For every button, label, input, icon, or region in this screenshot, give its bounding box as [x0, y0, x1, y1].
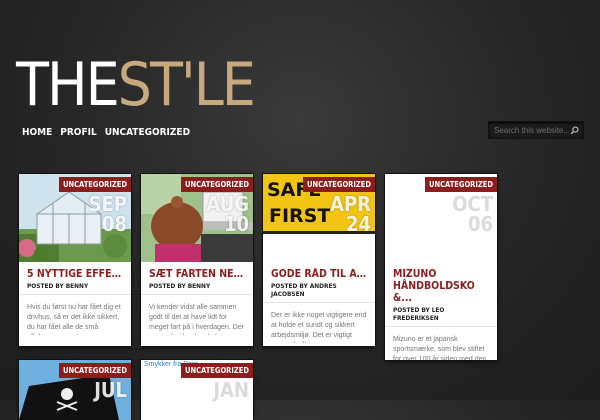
post-card[interactable]: UNCATEGORIZED JUL [19, 360, 131, 420]
post-thumbnail[interactable]: UNCATEGORIZED OCT 06 [385, 174, 497, 262]
post-thumbnail[interactable]: UNCATEGORIZED SEP 08 [19, 174, 131, 262]
post-excerpt: Der er ikke noget vigtigere end at holde… [263, 302, 375, 343]
date-month: JAN [213, 378, 249, 402]
nav-uncategorized[interactable]: UNCATEGORIZED [105, 127, 190, 138]
post-date: SEP 08 [89, 194, 127, 234]
svg-text:FIRST: FIRST [269, 205, 330, 227]
post-date: JUL [94, 380, 127, 400]
search-icon[interactable] [568, 124, 580, 136]
post-card[interactable]: SAFE FIRST UNCATEGORIZED APR 24 GODE RÅD… [263, 174, 375, 346]
category-badge[interactable]: UNCATEGORIZED [180, 177, 253, 192]
category-badge[interactable]: UNCATEGORIZED [58, 363, 131, 378]
post-thumbnail[interactable]: UNCATEGORIZED JUL [19, 360, 131, 420]
post-thumbnail[interactable]: SAFE FIRST UNCATEGORIZED APR 24 [263, 174, 375, 234]
category-badge[interactable]: UNCATEGORIZED [424, 177, 497, 192]
nav-home[interactable]: HOME [22, 127, 52, 138]
post-date: AUG 10 [206, 194, 249, 234]
post-card[interactable]: Smykker fra Pern UNCATEGORIZED JAN [141, 360, 253, 420]
site-logo[interactable]: THEST'LE [16, 54, 256, 116]
date-day: 24 [345, 212, 371, 234]
post-author: POSTED BY ANDRES JACOBSEN [271, 282, 337, 298]
post-card[interactable]: UNCATEGORIZED AUG 10 SÆT FARTEN NED OG H… [141, 174, 253, 346]
post-card[interactable]: UNCATEGORIZED OCT 06 MIZUNO HÅNDBOLDSKO … [385, 174, 497, 360]
date-month: OCT [452, 192, 493, 216]
logo-part-1: THE [16, 50, 120, 120]
date-month: SEP [88, 192, 127, 216]
post-author: POSTED BY BENNY [27, 282, 89, 290]
date-day: 08 [101, 212, 127, 236]
category-badge[interactable]: UNCATEGORIZED [302, 177, 375, 192]
date-day: 06 [467, 212, 493, 236]
post-title[interactable]: MIZUNO HÅNDBOLDSKO &... [393, 268, 483, 304]
post-author: POSTED BY LEO FREDERIKSEN [393, 306, 445, 322]
post-card[interactable]: UNCATEGORIZED SEP 08 5 NYTTIGE EFFEKTER … [19, 174, 131, 346]
post-date: OCT 06 [452, 194, 493, 234]
post-title[interactable]: 5 NYTTIGE EFFEKTER T... [27, 268, 123, 280]
post-excerpt: Mizuno er et japansk sportsmærke, som bl… [385, 326, 497, 360]
post-thumbnail[interactable]: UNCATEGORIZED AUG 10 [141, 174, 253, 262]
post-date: APR 24 [330, 194, 371, 234]
category-badge[interactable]: UNCATEGORIZED [58, 177, 131, 192]
post-title[interactable]: GODE RÅD TIL ARBEJDS... [271, 268, 367, 280]
post-author: POSTED BY BENNY [149, 282, 211, 290]
date-month: JUL [94, 378, 127, 402]
category-badge[interactable]: UNCATEGORIZED [180, 363, 253, 378]
post-title[interactable]: SÆT FARTEN NED OG HY... [149, 268, 245, 280]
post-excerpt: Vi kender vidst alle sammen godt til det… [141, 294, 253, 335]
logo-part-2: ST'LE [117, 50, 256, 120]
post-date: JAN [213, 380, 249, 400]
post-excerpt: Hvis du først nu har fået dig et drivhus… [19, 294, 131, 335]
date-day: 10 [223, 212, 249, 236]
post-thumbnail[interactable]: Smykker fra Pern UNCATEGORIZED JAN [141, 360, 253, 420]
search-input[interactable] [489, 125, 568, 135]
date-month: AUG [206, 192, 249, 216]
date-month: APR [330, 192, 371, 216]
search-box [488, 121, 584, 139]
nav-profil[interactable]: PROFIL [60, 127, 96, 138]
main-nav: HOME PROFIL UNCATEGORIZED [22, 127, 190, 138]
